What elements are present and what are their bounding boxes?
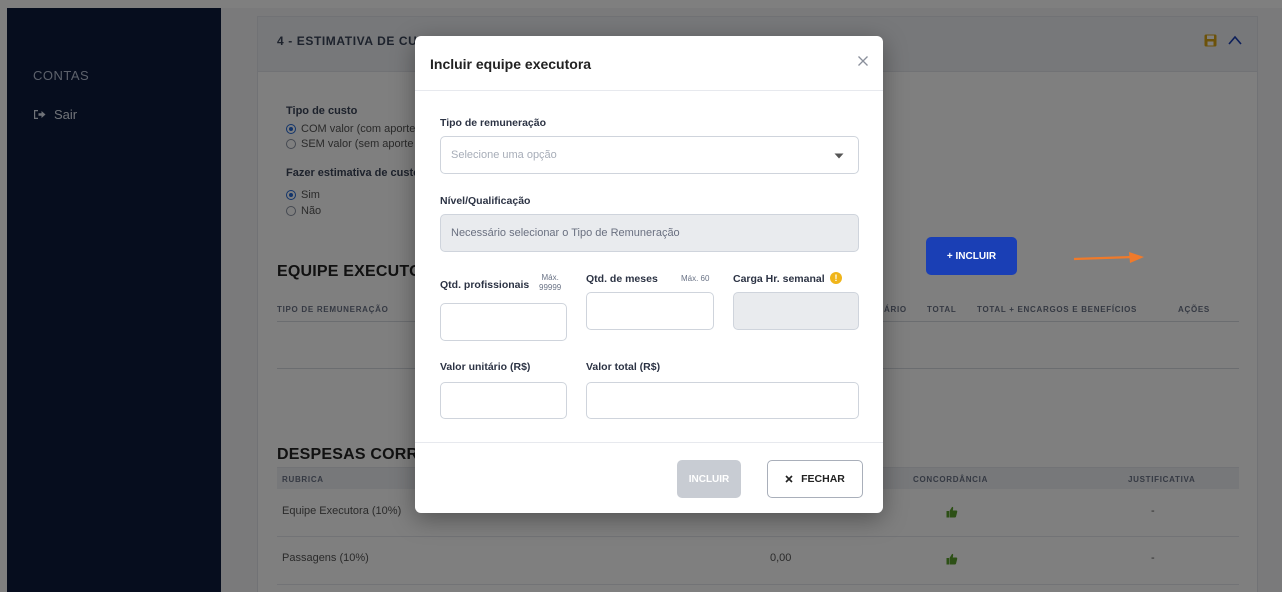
qtd-profissionais-input[interactable] — [440, 303, 567, 341]
carga-horaria-label: Carga Hr. semanal — [733, 273, 825, 285]
modal-footer: INCLUIR FECHAR — [415, 442, 883, 513]
nivel-field: Necessário selecionar o Tipo de Remunera… — [440, 214, 859, 252]
add-equipe-button[interactable]: + INCLUIR — [926, 237, 1017, 275]
fechar-label: FECHAR — [801, 473, 845, 485]
incluir-equipe-modal: Incluir equipe executora Tipo de remuner… — [415, 36, 883, 513]
fechar-button[interactable]: FECHAR — [767, 460, 863, 498]
close-icon — [785, 475, 793, 483]
carga-horaria-input — [733, 292, 859, 330]
incluir-button[interactable]: INCLUIR — [677, 460, 741, 498]
annotation-arrow-icon — [1073, 252, 1144, 263]
modal-header: Incluir equipe executora — [415, 36, 883, 91]
select-placeholder: Selecione uma opção — [451, 149, 557, 161]
nivel-value: Necessário selecionar o Tipo de Remunera… — [451, 227, 680, 239]
valor-unitario-input[interactable] — [440, 382, 567, 419]
valor-total-label: Valor total (R$) — [586, 361, 661, 373]
modal-title: Incluir equipe executora — [430, 56, 592, 72]
hint-line: Máx. — [541, 273, 559, 282]
info-icon[interactable]: ! — [830, 272, 842, 284]
valor-total-input[interactable] — [586, 382, 859, 419]
hint-line: 99999 — [539, 283, 562, 292]
qtd-profissionais-hint: Máx. 99999 — [539, 273, 561, 293]
qtd-meses-hint: Máx. 60 — [681, 274, 710, 283]
valor-unitario-label: Valor unitário (R$) — [440, 361, 531, 373]
tipo-remuneracao-label: Tipo de remuneração — [440, 117, 547, 129]
qtd-profissionais-label: Qtd. profissionais — [440, 279, 530, 291]
tipo-remuneracao-select[interactable]: Selecione uma opção — [440, 136, 859, 174]
nivel-label: Nível/Qualificação — [440, 195, 531, 207]
qtd-meses-input[interactable] — [586, 292, 714, 330]
caret-down-icon — [834, 153, 844, 159]
close-icon[interactable] — [857, 55, 869, 67]
qtd-meses-label: Qtd. de meses — [586, 273, 658, 285]
